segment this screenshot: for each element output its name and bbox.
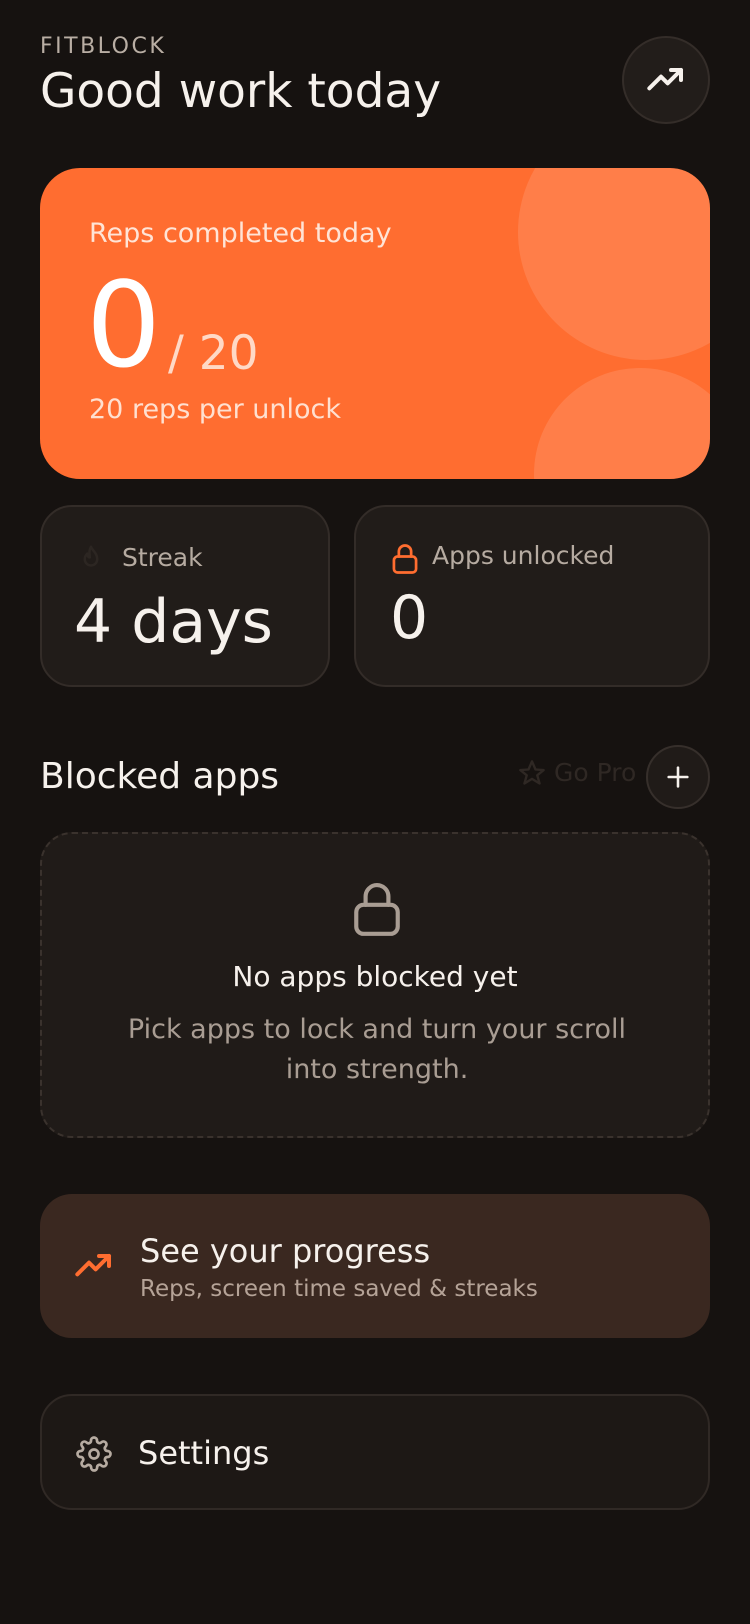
streak-card: Streak 4 days <box>40 505 330 687</box>
decorative-circle <box>534 368 710 479</box>
app-brand: FITBLOCK <box>40 34 167 59</box>
add-app-button[interactable] <box>646 745 710 809</box>
trending-up-icon <box>647 68 683 91</box>
reps-per-unlock: 20 reps per unlock <box>89 394 342 425</box>
go-pro-label: Go Pro <box>554 758 637 787</box>
gear-icon <box>76 1436 112 1476</box>
reps-count: 0 <box>86 256 162 394</box>
progress-shortcut-button[interactable] <box>622 36 710 124</box>
streak-value: 4 days <box>74 587 273 657</box>
plus-icon <box>667 766 689 788</box>
apps-unlocked-value: 0 <box>390 583 429 653</box>
star-icon <box>519 759 545 785</box>
go-pro-link[interactable]: Go Pro <box>518 758 636 787</box>
trending-up-icon <box>72 1246 116 1290</box>
empty-state-title: No apps blocked yet <box>232 960 518 993</box>
blocked-apps-empty-state: No apps blocked yet Pick apps to lock an… <box>40 832 710 1138</box>
progress-subtitle: Reps, screen time saved & streaks <box>140 1276 538 1302</box>
apps-unlocked-label: Apps unlocked <box>432 541 615 570</box>
reps-target: / 20 <box>168 326 259 381</box>
apps-unlocked-card: Apps unlocked 0 <box>354 505 710 687</box>
reps-label: Reps completed today <box>89 218 392 249</box>
page-title: Good work today <box>40 64 442 119</box>
lock-icon <box>352 882 402 942</box>
reps-hero-card: Reps completed today 0 / 20 20 reps per … <box>40 168 710 479</box>
lock-icon <box>390 543 420 579</box>
decorative-circle <box>518 168 710 360</box>
settings-label: Settings <box>138 1434 270 1472</box>
settings-button[interactable]: Settings <box>40 1394 710 1510</box>
empty-state-description: Pick apps to lock and turn your scroll i… <box>127 1014 627 1085</box>
home-screen: FITBLOCK Good work today Reps completed … <box>0 0 750 1624</box>
progress-title: See your progress <box>140 1232 431 1270</box>
streak-label: Streak <box>122 543 203 572</box>
flame-icon <box>76 543 106 577</box>
see-progress-button[interactable]: See your progress Reps, screen time save… <box>40 1194 710 1338</box>
blocked-apps-title: Blocked apps <box>40 756 280 797</box>
